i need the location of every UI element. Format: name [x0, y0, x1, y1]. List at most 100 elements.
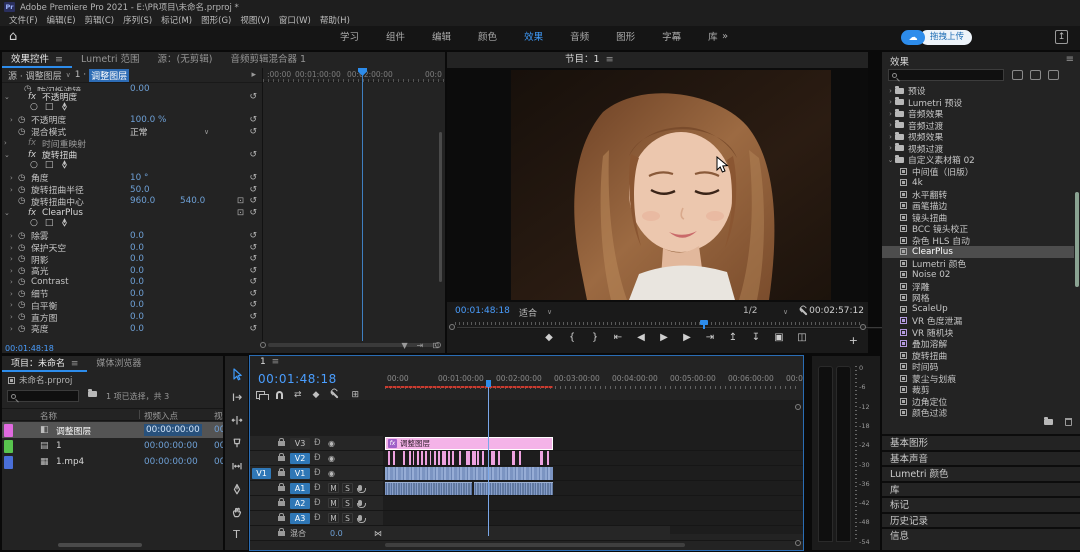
lock-icon[interactable]: [278, 531, 285, 536]
track-select-forward-tool[interactable]: [231, 391, 243, 404]
timeline-vscroll-knob[interactable]: [795, 404, 801, 410]
reset-parameter-icon[interactable]: ↺: [249, 243, 257, 253]
effect-row-旋转扭曲中心[interactable]: ◷旋转扭曲中心960.0540.0⊡↺: [2, 195, 260, 207]
workspace-tab-颜色[interactable]: 颜色: [478, 26, 497, 50]
effect-row-不透明度[interactable]: ⌄fx不透明度↺: [2, 91, 260, 103]
add-marker-icon[interactable]: ◆: [313, 390, 320, 400]
target-clip-name[interactable]: 调整图层: [89, 69, 129, 82]
play-icon[interactable]: ▶: [658, 332, 670, 343]
tree-item-BCC 镜头校正[interactable]: BCC 镜头校正: [882, 223, 1074, 235]
captions-icon[interactable]: ⊞: [351, 390, 359, 400]
effects-scrollbar[interactable]: [1075, 192, 1079, 287]
toggle-animation-icon[interactable]: ◷: [18, 324, 30, 334]
effect-row-亮度[interactable]: ›◷亮度0.0↺: [2, 323, 260, 335]
lock-icon[interactable]: [278, 516, 285, 521]
tree-item-画笔描边[interactable]: 画笔描边: [882, 200, 1074, 212]
razor-tool[interactable]: [231, 437, 243, 450]
tree-item-边角定位[interactable]: 边角定位: [882, 396, 1074, 408]
zoom-handle-right[interactable]: [860, 324, 866, 330]
toggle-animation-icon[interactable]: ◷: [18, 196, 30, 206]
effect-row-保护天空[interactable]: ›◷保护天空0.0↺: [2, 242, 260, 254]
timeline-hscrollbar[interactable]: [385, 543, 685, 547]
resolution-dropdown[interactable]: 1/2: [743, 306, 757, 316]
reset-parameter-icon[interactable]: ↺: [249, 92, 257, 102]
effect-row-不透明度[interactable]: ›◷不透明度100.0 %↺: [2, 114, 260, 126]
toggle-animation-icon[interactable]: ◷: [18, 173, 30, 183]
track-output-eye-icon[interactable]: ◉: [328, 469, 335, 478]
toggle-animation-icon[interactable]: ◷: [18, 277, 30, 287]
effect-row-细节[interactable]: ›◷细节0.0↺: [2, 288, 260, 300]
toggle-animation-icon[interactable]: ◷: [18, 127, 30, 137]
workspace-tab-图形[interactable]: 图形: [616, 26, 635, 50]
32bit-color-filter-icon[interactable]: [1030, 70, 1041, 80]
sync-lock-icon[interactable]: Ð: [314, 498, 321, 508]
tree-item-叠加溶解[interactable]: 叠加溶解: [882, 338, 1074, 350]
mark-out-icon[interactable]: }: [589, 332, 601, 343]
tree-item-镜头扭曲[interactable]: 镜头扭曲: [882, 212, 1074, 224]
jump-icon[interactable]: ⇥: [417, 341, 424, 350]
tree-item-水平翻转[interactable]: 水平翻转: [882, 189, 1074, 201]
menu-item[interactable]: 编辑(E): [47, 14, 76, 26]
panel-tab-Lumetri 颜色[interactable]: Lumetri 颜色: [882, 465, 1080, 481]
solo-button[interactable]: S: [342, 513, 353, 523]
selection-tool[interactable]: [231, 368, 243, 381]
source-patch-V1[interactable]: V1: [252, 468, 271, 479]
reset-parameter-icon[interactable]: ↺: [249, 127, 257, 137]
workspace-tab-字幕[interactable]: 字幕: [662, 26, 681, 50]
keyframe-add-icon[interactable]: ⊡: [237, 196, 244, 206]
lock-icon[interactable]: [278, 486, 285, 491]
hand-tool[interactable]: [231, 506, 243, 519]
panel-tab[interactable]: 源：(无剪辑): [149, 52, 222, 68]
workspace-tab-编辑[interactable]: 编辑: [432, 26, 451, 50]
reset-parameter-icon[interactable]: ↺: [249, 196, 257, 206]
project-search-input[interactable]: [7, 390, 79, 402]
new-custom-bin-icon[interactable]: [1044, 419, 1053, 425]
comparison-view-icon[interactable]: ◫: [796, 332, 808, 343]
effect-row-除雾[interactable]: ›◷除雾0.0↺: [2, 230, 260, 242]
sync-lock-icon[interactable]: Ð: [314, 438, 321, 448]
reset-parameter-icon[interactable]: ↺: [249, 208, 257, 218]
tree-item-ScaleUp[interactable]: ScaleUp: [882, 304, 1074, 316]
panel-tab-标记[interactable]: 标记: [882, 496, 1080, 512]
effect-row-masks[interactable]: ○□: [2, 161, 260, 173]
button-editor-plus-icon[interactable]: +: [849, 334, 858, 347]
workspace-tab-库[interactable]: 库: [708, 26, 718, 50]
tree-item-4k[interactable]: 4k: [882, 177, 1074, 189]
a1-audio-clip[interactable]: [474, 482, 553, 495]
home-icon[interactable]: ⌂: [9, 29, 17, 44]
project-breadcrumb[interactable]: 未命名.prproj: [8, 374, 72, 386]
program-scrub-bar[interactable]: [447, 320, 868, 332]
effect-controls-source-row[interactable]: 源 · 调整图层 ∨ 1 · 调整图层 ▸: [2, 68, 262, 83]
yuv-effects-filter-icon[interactable]: [1048, 70, 1059, 80]
program-timecode[interactable]: 00:01:48:18: [455, 306, 510, 316]
project-tab[interactable]: 媒体浏览器: [87, 356, 150, 372]
tree-item-Noise 02[interactable]: Noise 02: [882, 269, 1074, 281]
lock-icon[interactable]: [278, 501, 285, 506]
mark-in-icon[interactable]: {: [566, 332, 578, 343]
workspace-overflow-chevron[interactable]: »: [722, 31, 728, 42]
lock-icon[interactable]: [278, 456, 285, 461]
chevron-down-icon[interactable]: ∨: [783, 308, 788, 316]
effect-row-角度[interactable]: ›◷角度10 °↺: [2, 172, 260, 184]
workspace-tab-组件[interactable]: 组件: [386, 26, 405, 50]
step-back-icon[interactable]: ◀: [635, 332, 647, 343]
tree-item-时间码[interactable]: 时间码: [882, 361, 1074, 373]
track-target-V2[interactable]: V2: [290, 453, 310, 464]
snap-icon[interactable]: [276, 391, 283, 399]
mute-button[interactable]: M: [328, 498, 339, 508]
reset-parameter-icon[interactable]: ↺: [249, 115, 257, 125]
sync-lock-icon[interactable]: Ð: [314, 468, 321, 478]
track-target-A1[interactable]: A1: [290, 483, 310, 494]
effect-row-masks[interactable]: ○□: [2, 103, 260, 115]
timeline-vscroll-knob[interactable]: [795, 540, 801, 546]
toggle-animation-icon[interactable]: ◷: [18, 231, 30, 241]
toggle-animation-icon[interactable]: ◷: [18, 312, 30, 322]
tree-item-自定义素材箱 02[interactable]: ⌄自定义素材箱 02: [882, 154, 1074, 166]
effect-row-高光[interactable]: ›◷高光0.0↺: [2, 265, 260, 277]
effect-controls-mini-timeline[interactable]: :00:0000:01:00:0000:02:00:0000:0: [262, 68, 445, 341]
reset-parameter-icon[interactable]: ↺: [249, 277, 257, 287]
tree-item-蒙尘与划痕[interactable]: 蒙尘与划痕: [882, 373, 1074, 385]
tree-item-裁剪[interactable]: 裁剪: [882, 384, 1074, 396]
v2-clip-fragments[interactable]: [385, 451, 553, 465]
v1-video-clip[interactable]: [385, 467, 553, 480]
